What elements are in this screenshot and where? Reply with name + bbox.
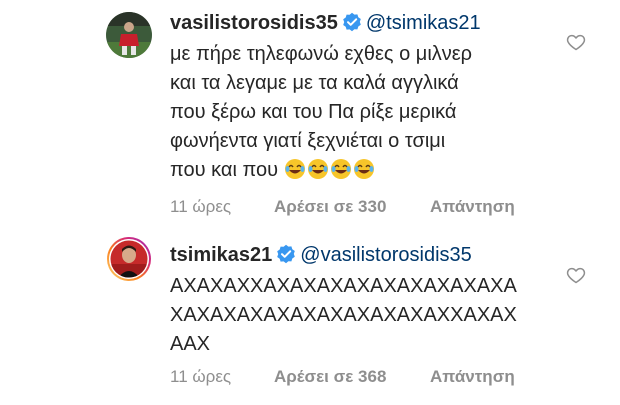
comment-text: με πήρε τηλεφωνώ εχθες ο μιλνερ και τα λ…: [170, 40, 560, 189]
avatar[interactable]: [106, 12, 152, 58]
comment-text-line: και τα λεγαμε με τα καλά αγγλικά: [170, 72, 459, 94]
comment-text: ΑΧΑΧΑΧΧΑΧΑΧΑΧΑΧΑΧΑΧΑΧΑΧΑΧΑ ΧΑΧΑΧΑΧΑΧΑΧΑΧ…: [170, 272, 560, 359]
comment-text-line: ΧΑΧΑΧΑΧΑΧΑΧΑΧΑΧΑΧΑΧΑΧΧΑΧΑΧ: [170, 304, 517, 326]
laughing-tears-emoji-icon: [307, 158, 329, 189]
laughing-tears-emoji-icon: [330, 158, 352, 189]
comment-text-line: ΑΧΑΧΑΧΧΑΧΑΧΑΧΑΧΑΧΑΧΑΧΑΧΑΧΑ: [170, 275, 517, 297]
comment-timestamp: 11 ώρες: [170, 367, 232, 386]
comment-text-line: φωνήεντα γιατί ξεχνιέται ο τσιμι: [170, 130, 446, 152]
verified-badge-icon: [342, 12, 362, 40]
comment-text-line: που και που: [170, 159, 279, 181]
reply-button[interactable]: Απάντηση: [430, 367, 515, 386]
comment-item: tsimikas21 @vasilistorosidis35 ΑΧΑΧΑΧΧΑΧΑ…: [0, 215, 620, 405]
comment-mention-link[interactable]: @vasilistorosidis35: [300, 244, 471, 266]
verified-badge-icon: [276, 244, 296, 272]
reply-button[interactable]: Απάντηση: [430, 197, 515, 216]
comment-likes-count[interactable]: Αρέσει σε 368: [274, 365, 430, 389]
comment-text-line: ΑΑΧ: [170, 333, 211, 355]
avatar-with-story-ring[interactable]: [106, 236, 152, 282]
comment-text-line: με πήρε τηλεφωνώ εχθες ο μιλνερ: [170, 43, 473, 65]
comment-username[interactable]: vasilistorosidis35: [170, 12, 338, 34]
comment-text-line: που ξέρω και του Πα ρίξε μερικά: [170, 101, 457, 123]
comment-text-line-with-emojis: που και που: [170, 156, 560, 189]
comment-meta: 11 ώρες Αρέσει σε 368 Απάντηση: [170, 365, 560, 389]
comment-item: vasilistorosidis35 @tsimikas21 με πήρε τη…: [0, 0, 620, 216]
comment-mention-link[interactable]: @tsimikas21: [366, 12, 481, 34]
heart-outline-icon[interactable]: [566, 32, 586, 52]
comment-username[interactable]: tsimikas21: [170, 244, 272, 266]
laughing-tears-emoji-icon: [353, 158, 375, 189]
heart-outline-icon[interactable]: [566, 265, 586, 285]
laughing-tears-emoji-icon: [284, 158, 306, 189]
